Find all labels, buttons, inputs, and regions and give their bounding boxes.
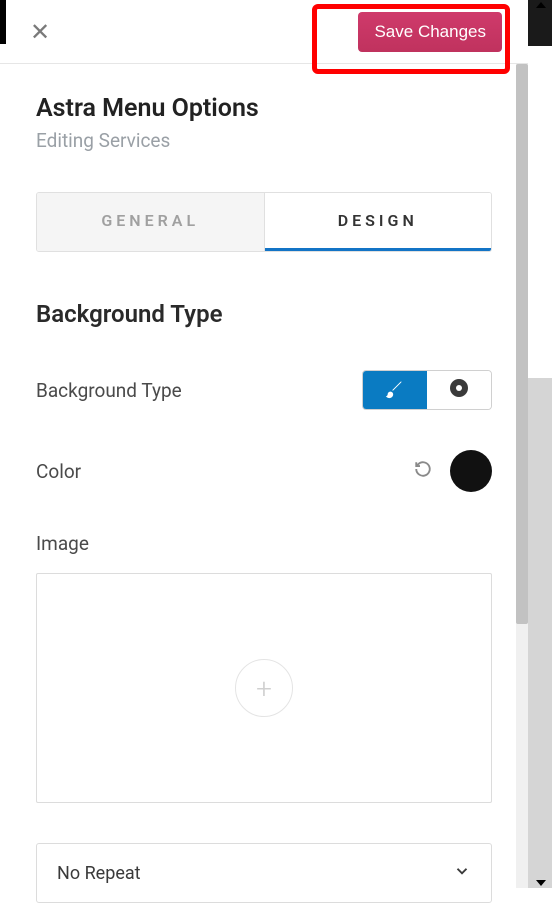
tab-general[interactable]: GENERAL bbox=[37, 193, 265, 251]
options-panel: ✕ Save Changes Astra Menu Options Editin… bbox=[0, 0, 528, 888]
tab-bar: GENERAL DESIGN bbox=[36, 192, 492, 252]
image-section: Image + bbox=[36, 532, 492, 803]
panel-header: ✕ Save Changes bbox=[0, 0, 528, 64]
color-swatch[interactable] bbox=[450, 450, 492, 492]
color-label: Color bbox=[36, 460, 81, 483]
repeat-select[interactable]: No Repeat bbox=[36, 843, 492, 903]
background-type-global-option[interactable] bbox=[427, 371, 491, 409]
left-edge-accent bbox=[0, 0, 6, 44]
chevron-down-icon bbox=[453, 862, 471, 884]
panel-subtitle: Editing Services bbox=[36, 129, 492, 152]
color-row: Color bbox=[36, 450, 492, 492]
scroll-arrow-down-icon[interactable] bbox=[536, 880, 546, 886]
background-type-label: Background Type bbox=[36, 379, 182, 402]
globe-icon bbox=[447, 376, 471, 404]
background-type-color-option[interactable] bbox=[363, 371, 427, 409]
background-type-toggle bbox=[362, 370, 492, 410]
scroll-arrow-up-icon[interactable] bbox=[536, 2, 546, 8]
save-button[interactable]: Save Changes bbox=[358, 12, 502, 52]
panel-title: Astra Menu Options bbox=[36, 94, 492, 123]
image-upload-area[interactable]: + bbox=[36, 573, 492, 803]
image-label: Image bbox=[36, 532, 492, 555]
section-heading-background-type: Background Type bbox=[36, 300, 492, 328]
panel-scrollbar-thumb[interactable] bbox=[516, 64, 528, 624]
brush-icon bbox=[384, 377, 406, 403]
close-icon[interactable]: ✕ bbox=[30, 20, 50, 44]
outer-gutter-gray bbox=[528, 378, 552, 888]
add-image-icon: + bbox=[235, 659, 293, 717]
reset-icon[interactable] bbox=[414, 460, 432, 482]
repeat-select-value: No Repeat bbox=[57, 863, 141, 884]
tab-design[interactable]: DESIGN bbox=[265, 193, 492, 251]
background-type-row: Background Type bbox=[36, 370, 492, 410]
